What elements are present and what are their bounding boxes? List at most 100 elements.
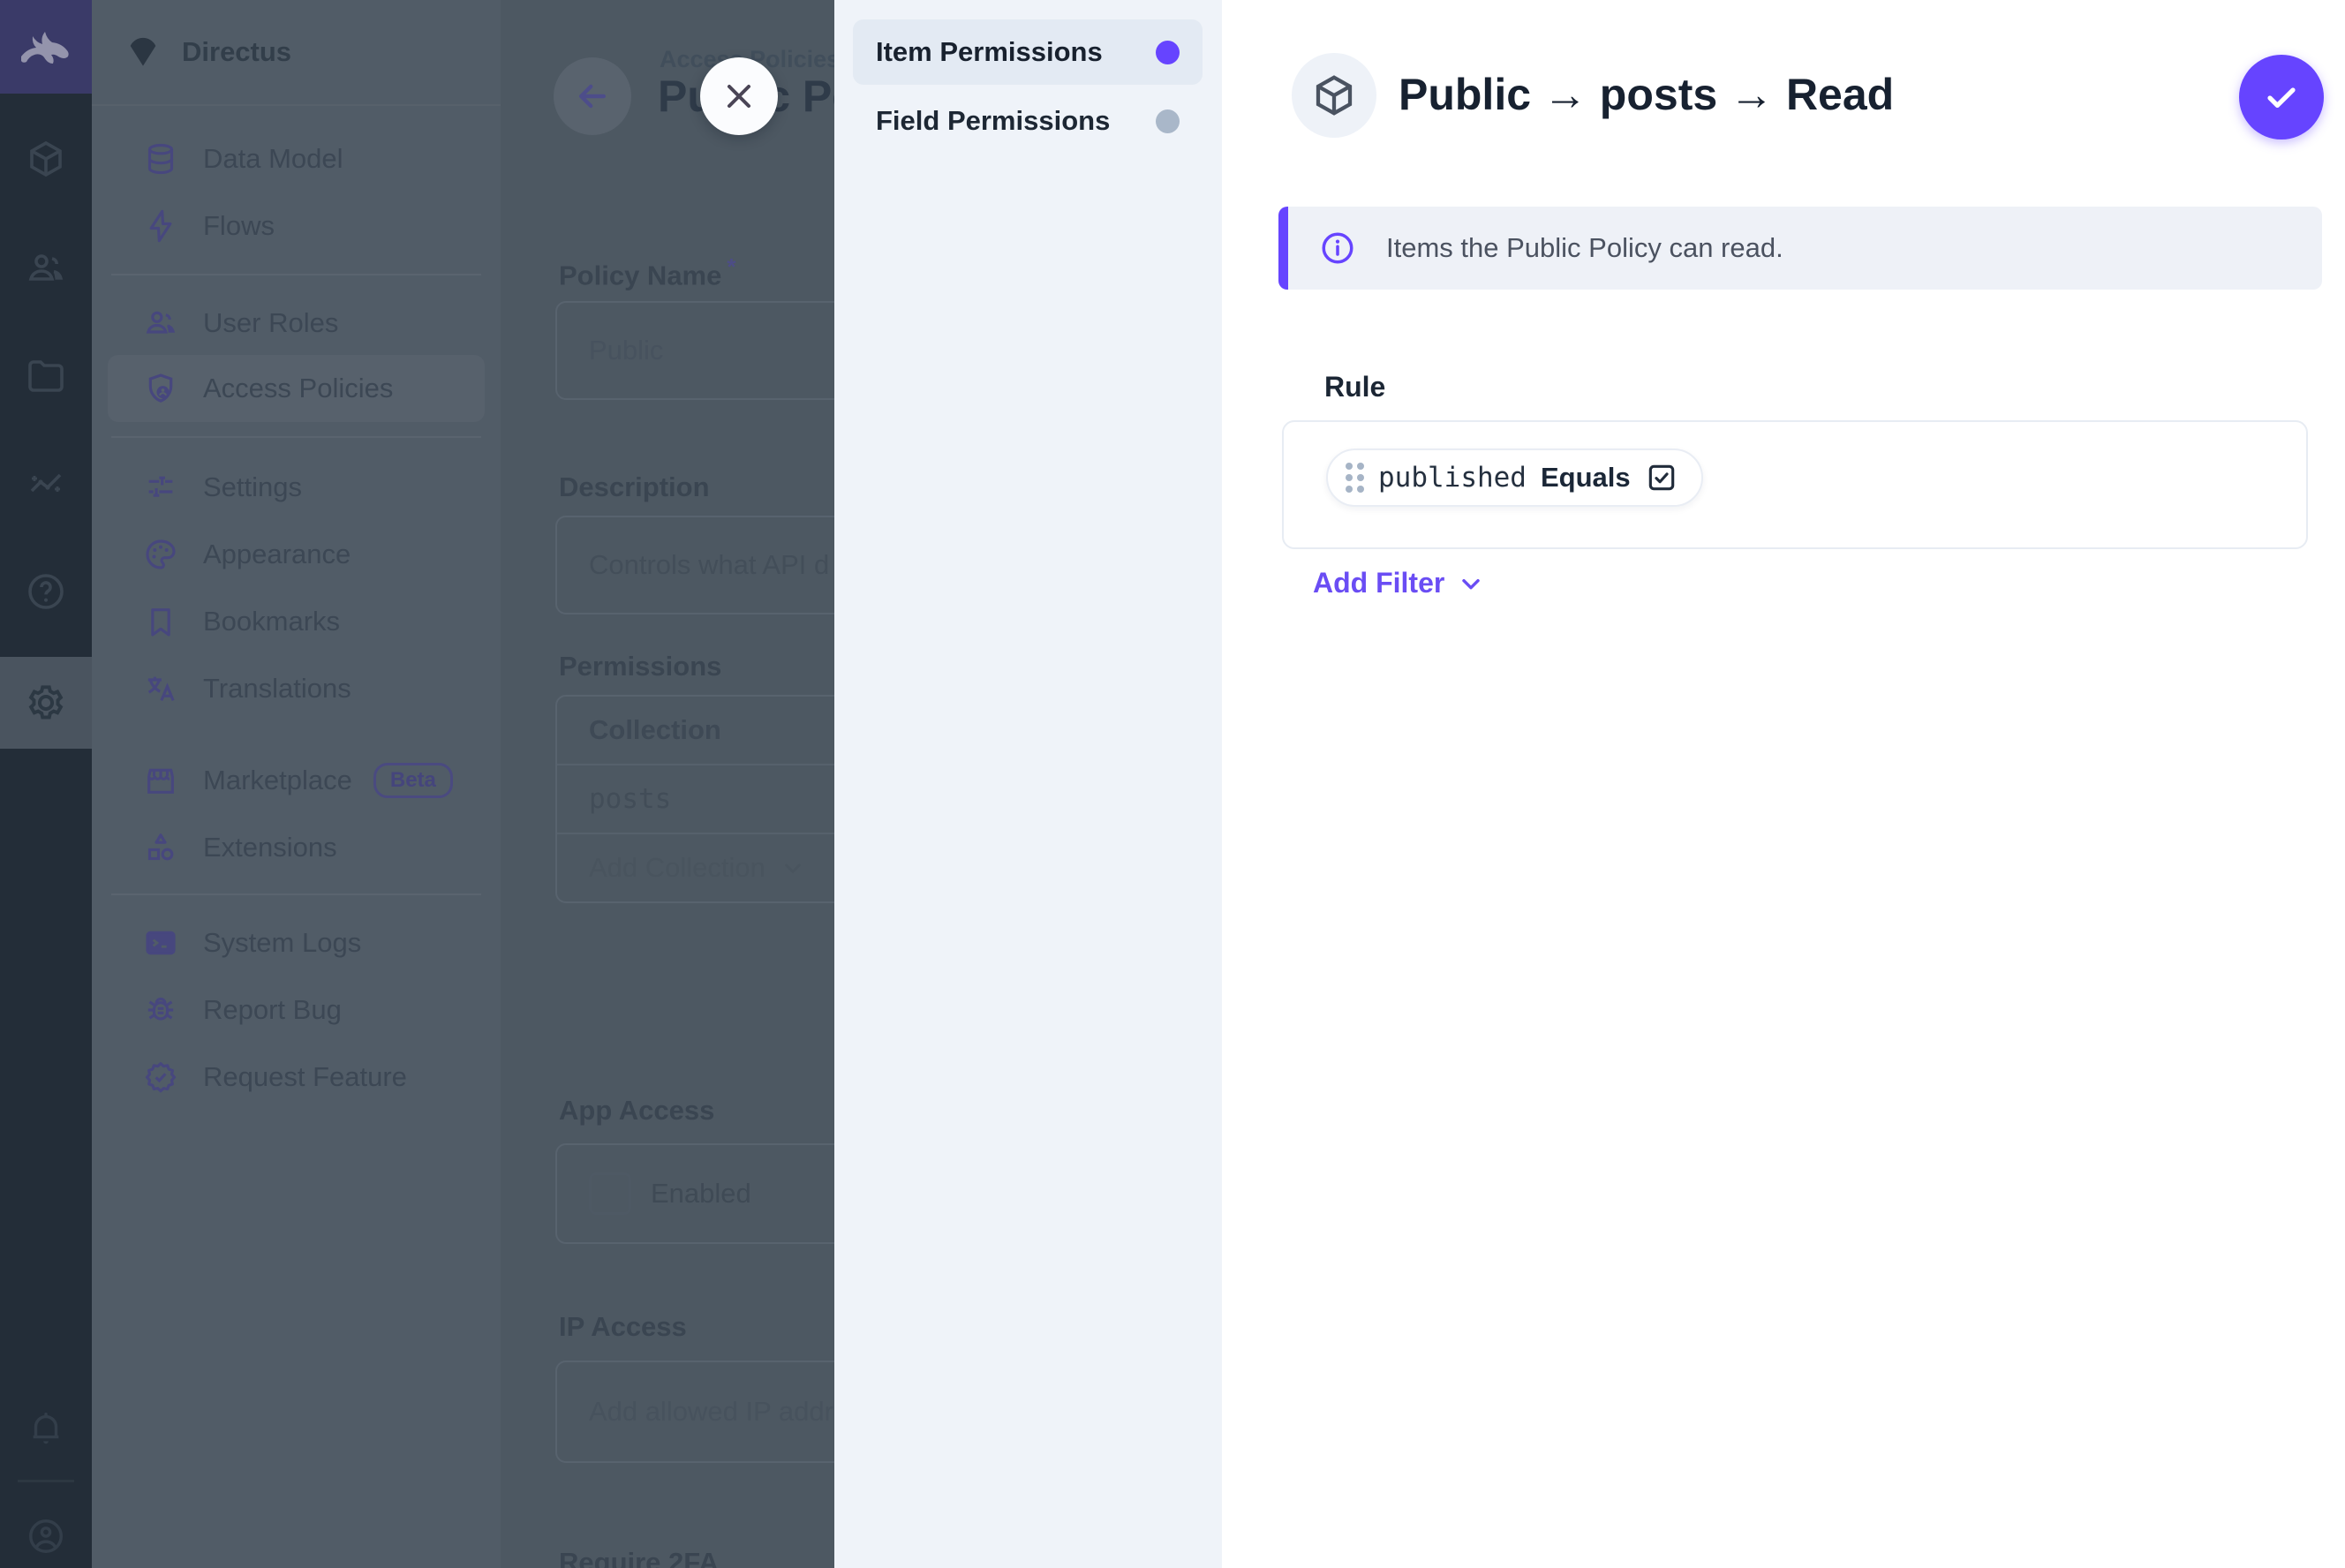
permissions-table-row: posts xyxy=(557,764,834,833)
sidebar-item-access-policies: Access Policies xyxy=(108,355,485,422)
project-header: Directus xyxy=(92,0,501,106)
inactive-dot-icon xyxy=(1156,109,1180,133)
notifications-bell-icon xyxy=(0,1386,92,1471)
add-collection-button: Add Collection xyxy=(557,833,834,901)
notice-accent-stripe xyxy=(1278,207,1288,290)
sidebar-divider xyxy=(111,274,481,275)
sidebar-item-extensions: Extensions xyxy=(92,814,501,881)
app-access-label: App Access xyxy=(559,1095,714,1127)
chevron-down-icon xyxy=(780,855,806,881)
bug-icon xyxy=(141,991,180,1029)
sidebar-item-label: Request Feature xyxy=(203,1061,407,1093)
sidebar-item-marketplace: Marketplace Beta xyxy=(92,747,501,814)
sidebar-item-translations: Translations xyxy=(92,655,501,722)
settings-module-icon xyxy=(0,660,92,745)
sidebar-item-label: Extensions xyxy=(203,832,337,863)
sidebar-item-label: Translations xyxy=(203,673,351,705)
files-module-icon xyxy=(0,334,92,418)
page-content-clip: Public Policy Policy Name* Public Descri… xyxy=(501,0,834,1568)
sidebar-item-user-roles: User Roles xyxy=(92,290,501,357)
drag-handle-icon[interactable] xyxy=(1346,463,1364,493)
description-label: Description xyxy=(559,471,710,503)
enabled-checkbox xyxy=(589,1172,631,1215)
drawer-close-button[interactable] xyxy=(700,57,778,135)
sidebar-divider xyxy=(111,436,481,438)
translate-icon xyxy=(141,669,180,708)
require-2fa-label: Require 2FA xyxy=(559,1547,719,1568)
sidebar-item-label: Appearance xyxy=(203,539,351,570)
sidebar-item-label: Flows xyxy=(203,210,275,242)
project-logo-icon xyxy=(122,31,164,73)
add-filter-label: Add Filter xyxy=(1313,567,1444,599)
drawer-sidebar: Item Permissions Field Permissions xyxy=(834,0,1222,1568)
filter-field[interactable]: published xyxy=(1378,462,1527,494)
sidebar-item-label: Settings xyxy=(203,471,302,503)
user-avatar-icon xyxy=(0,1494,92,1568)
content-module-icon xyxy=(0,117,92,201)
sidebar-item-data-model: Data Model xyxy=(92,125,501,192)
drawer-title: Public → posts → Read xyxy=(1399,69,1894,120)
project-name: Directus xyxy=(182,36,291,68)
check-icon xyxy=(2260,76,2303,118)
enabled-checkbox-label: Enabled xyxy=(651,1178,751,1210)
database-icon xyxy=(141,139,180,178)
navigation-sidebar: Directus Data Model Flows User Roles Acc… xyxy=(92,0,501,1568)
cube-icon xyxy=(1310,72,1358,119)
permissions-table: Collection posts Add Collection xyxy=(555,695,834,903)
permissions-table-header: Collection xyxy=(557,697,834,764)
notice-text: Items the Public Policy can read. xyxy=(1386,232,1783,264)
module-bar xyxy=(0,0,92,1568)
chevron-down-icon xyxy=(1457,569,1485,598)
close-icon xyxy=(720,77,758,116)
directus-app: Directus Data Model Flows User Roles Acc… xyxy=(0,0,2345,1568)
sidebar-item-label: Marketplace xyxy=(203,765,352,796)
rule-label: Rule xyxy=(1324,371,1385,403)
checked-checkbox-icon[interactable] xyxy=(1645,461,1678,494)
tab-label: Field Permissions xyxy=(876,105,1156,137)
sidebar-item-label: Data Model xyxy=(203,143,343,175)
beta-badge: Beta xyxy=(373,763,453,798)
sidebar-item-label: System Logs xyxy=(203,927,361,959)
terminal-icon xyxy=(141,923,180,962)
bolt-icon xyxy=(141,207,180,245)
users-module-icon xyxy=(0,226,92,311)
module-bar-divider xyxy=(18,1480,74,1482)
info-icon xyxy=(1319,230,1356,267)
policy-name-input: Public xyxy=(555,301,834,400)
sidebar-item-flows: Flows xyxy=(92,192,501,260)
bookmark-icon xyxy=(141,602,180,641)
extensions-icon xyxy=(141,828,180,867)
sidebar-item-label: Access Policies xyxy=(203,373,393,404)
ip-access-label: IP Access xyxy=(559,1311,687,1343)
tab-label: Item Permissions xyxy=(876,36,1156,68)
permissions-label: Permissions xyxy=(559,651,721,682)
description-input: Controls what API d xyxy=(555,516,834,614)
sidebar-item-report-bug: Report Bug xyxy=(92,976,501,1044)
filter-pill[interactable]: published Equals xyxy=(1326,449,1703,507)
sidebar-item-settings: Settings xyxy=(92,454,501,521)
sidebar-item-label: User Roles xyxy=(203,307,338,339)
palette-icon xyxy=(141,535,180,574)
sidebar-divider xyxy=(111,893,481,895)
directus-logo-button xyxy=(0,0,92,94)
collection-badge xyxy=(1292,53,1376,138)
sliders-icon xyxy=(141,468,180,507)
app-access-field: Enabled xyxy=(555,1143,834,1244)
tab-item-permissions[interactable]: Item Permissions xyxy=(853,19,1203,85)
sidebar-item-label: Bookmarks xyxy=(203,606,340,637)
user-roles-icon xyxy=(141,304,180,343)
save-button[interactable] xyxy=(2239,55,2324,139)
help-module-icon xyxy=(0,549,92,634)
add-filter-button[interactable]: Add Filter xyxy=(1313,567,1485,599)
policy-name-label: Policy Name* xyxy=(559,253,736,291)
shield-user-icon xyxy=(141,369,180,408)
tab-field-permissions[interactable]: Field Permissions xyxy=(853,88,1203,154)
sidebar-item-request-feature: Request Feature xyxy=(92,1044,501,1111)
verified-badge-icon xyxy=(141,1058,180,1097)
directus-rabbit-icon xyxy=(18,26,74,68)
sidebar-item-system-logs: System Logs xyxy=(92,909,501,976)
sidebar-item-bookmarks: Bookmarks xyxy=(92,588,501,655)
filter-operator[interactable]: Equals xyxy=(1541,462,1631,494)
ip-access-input: Add allowed IP addr xyxy=(555,1361,834,1463)
insights-module-icon xyxy=(0,441,92,526)
